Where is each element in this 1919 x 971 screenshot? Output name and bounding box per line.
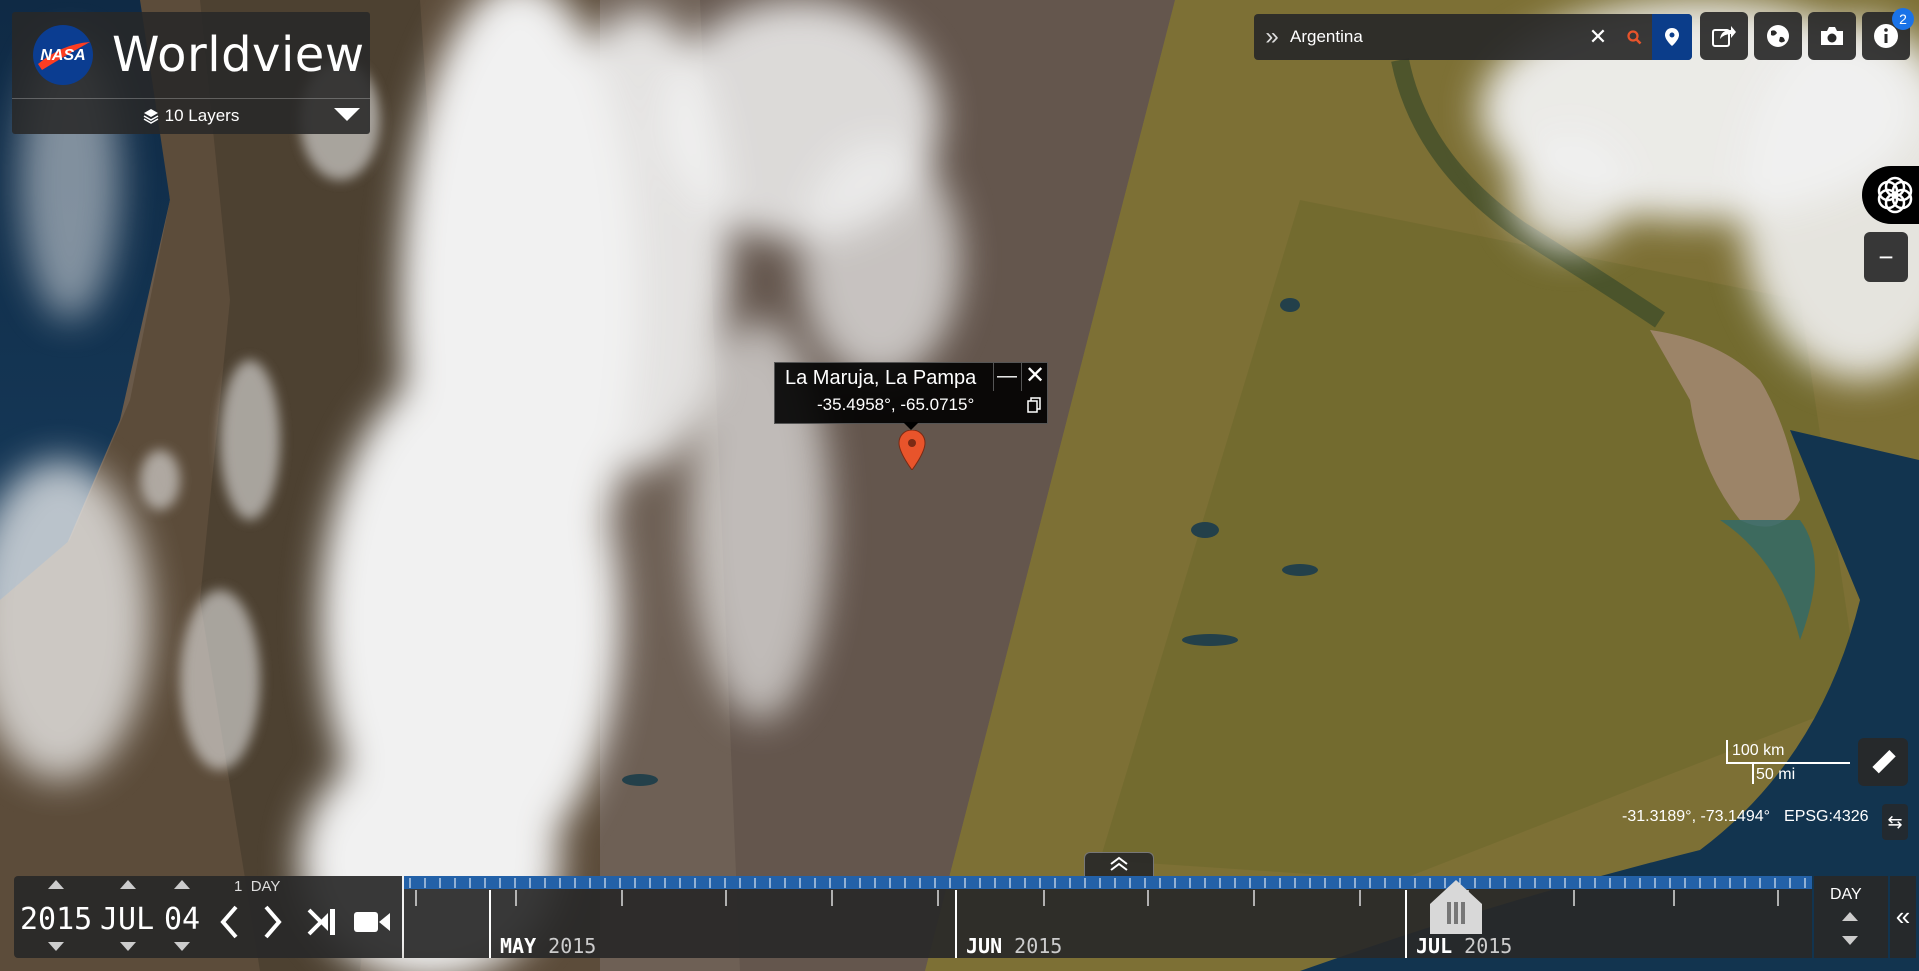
animation-button[interactable] — [352, 902, 392, 942]
share-icon — [1712, 26, 1736, 47]
popup-pointer — [903, 422, 919, 430]
scale-mi: 50 mi — [1756, 766, 1796, 783]
chevron-down-icon[interactable] — [334, 108, 360, 121]
zoom-in-icon — [1877, 176, 1913, 214]
year-field[interactable]: 2015 — [20, 902, 92, 937]
video-icon — [354, 912, 390, 932]
location-marker-icon[interactable] — [898, 430, 926, 470]
popup-close-button[interactable]: ✕ — [1021, 363, 1048, 391]
day-field[interactable]: 04 — [164, 902, 200, 937]
info-button[interactable]: 2 — [1862, 8, 1914, 60]
timeline-month-label: JUL 2015 — [1416, 934, 1513, 958]
timeline-expand-button[interactable] — [1084, 852, 1154, 877]
projection-globe-icon — [1767, 25, 1789, 47]
popup-place-name: La Maruja, La Pampa — [785, 367, 977, 389]
interval-selector[interactable]: 1 DAY — [234, 878, 280, 895]
layers-icon — [143, 109, 159, 124]
cursor-coordinates[interactable]: -31.3189°, -73.1494° EPSG:4326 — [1622, 808, 1883, 826]
layers-toggle[interactable]: 10 Layers — [12, 99, 370, 133]
svg-text:NASA: NASA — [40, 47, 85, 64]
scale-bar: 100 km 50 mi — [1726, 740, 1850, 786]
previous-day-button[interactable] — [212, 902, 246, 942]
projection-label: EPSG:4326 — [1784, 808, 1869, 825]
timeline-month-label: JUN 2015 — [966, 934, 1063, 958]
clear-search-icon[interactable]: ✕ — [1580, 24, 1616, 50]
skip-end-icon — [307, 908, 335, 936]
zoom-level-up-arrow[interactable] — [1842, 912, 1858, 921]
swap-icon[interactable]: ⇆ — [1882, 804, 1908, 840]
share-button[interactable] — [1700, 12, 1748, 60]
skip-to-latest-button[interactable] — [304, 902, 340, 942]
year-up-arrow[interactable] — [48, 880, 64, 889]
zoom-out-button[interactable]: − — [1864, 232, 1908, 282]
projection-button[interactable] — [1754, 12, 1802, 60]
zoom-level-down-arrow[interactable] — [1842, 936, 1858, 945]
timeline-date-handle[interactable] — [1428, 878, 1484, 936]
timeline-axis[interactable]: MAY 2015 JUN 2015 JUL 2015 — [404, 876, 1812, 958]
popup-minimize-button[interactable]: — — [993, 363, 1020, 391]
app-title: Worldview — [112, 27, 365, 83]
chevron-up-icon — [1110, 856, 1128, 871]
date-selector: 2015 JUL 04 1 DAY — [14, 876, 402, 958]
popup-coordinates: -35.4958°, -65.0715° — [817, 395, 975, 414]
branding-panel: NASA Worldview 10 Layers — [12, 12, 370, 134]
chevron-left-icon — [220, 905, 238, 939]
measure-button[interactable] — [1858, 738, 1908, 786]
camera-icon — [1821, 27, 1843, 45]
collapse-search-icon[interactable]: » — [1254, 23, 1290, 51]
zoom-out-icon: − — [1878, 241, 1894, 272]
cursor-latlon: -31.3189°, -73.1494° — [1622, 808, 1771, 825]
timeline-month-label: MAY 2015 — [500, 934, 597, 958]
notification-badge: 2 — [1892, 8, 1914, 30]
month-down-arrow[interactable] — [120, 942, 136, 951]
day-down-arrow[interactable] — [174, 942, 190, 951]
month-up-arrow[interactable] — [120, 880, 136, 889]
nasa-logo[interactable]: NASA — [32, 24, 94, 86]
search-input[interactable]: Argentina — [1290, 27, 1580, 47]
location-popup: La Maruja, La Pampa -35.4958°, -65.0715°… — [774, 362, 1048, 424]
zoom-in-button[interactable] — [1862, 166, 1919, 224]
location-search-bar: » Argentina ✕ — [1254, 14, 1692, 60]
collapse-icon[interactable]: « — [1890, 876, 1916, 958]
year-down-arrow[interactable] — [48, 942, 64, 951]
ruler-icon — [1872, 749, 1896, 774]
location-pin-icon[interactable] — [1652, 14, 1692, 60]
snapshot-button[interactable] — [1808, 12, 1856, 60]
month-field[interactable]: JUL — [100, 902, 154, 937]
next-day-button[interactable] — [256, 902, 290, 942]
timeline-zoom-level[interactable]: DAY — [1830, 886, 1862, 904]
day-up-arrow[interactable] — [174, 880, 190, 889]
chevron-right-icon — [264, 905, 282, 939]
copy-icon[interactable] — [1027, 397, 1041, 413]
timeline-ticks — [409, 878, 1806, 958]
search-icon[interactable] — [1616, 29, 1652, 45]
scale-km: 100 km — [1732, 742, 1785, 759]
layers-count-label: 10 Layers — [164, 106, 240, 125]
timeline-zoom-selector: DAY — [1814, 876, 1888, 958]
